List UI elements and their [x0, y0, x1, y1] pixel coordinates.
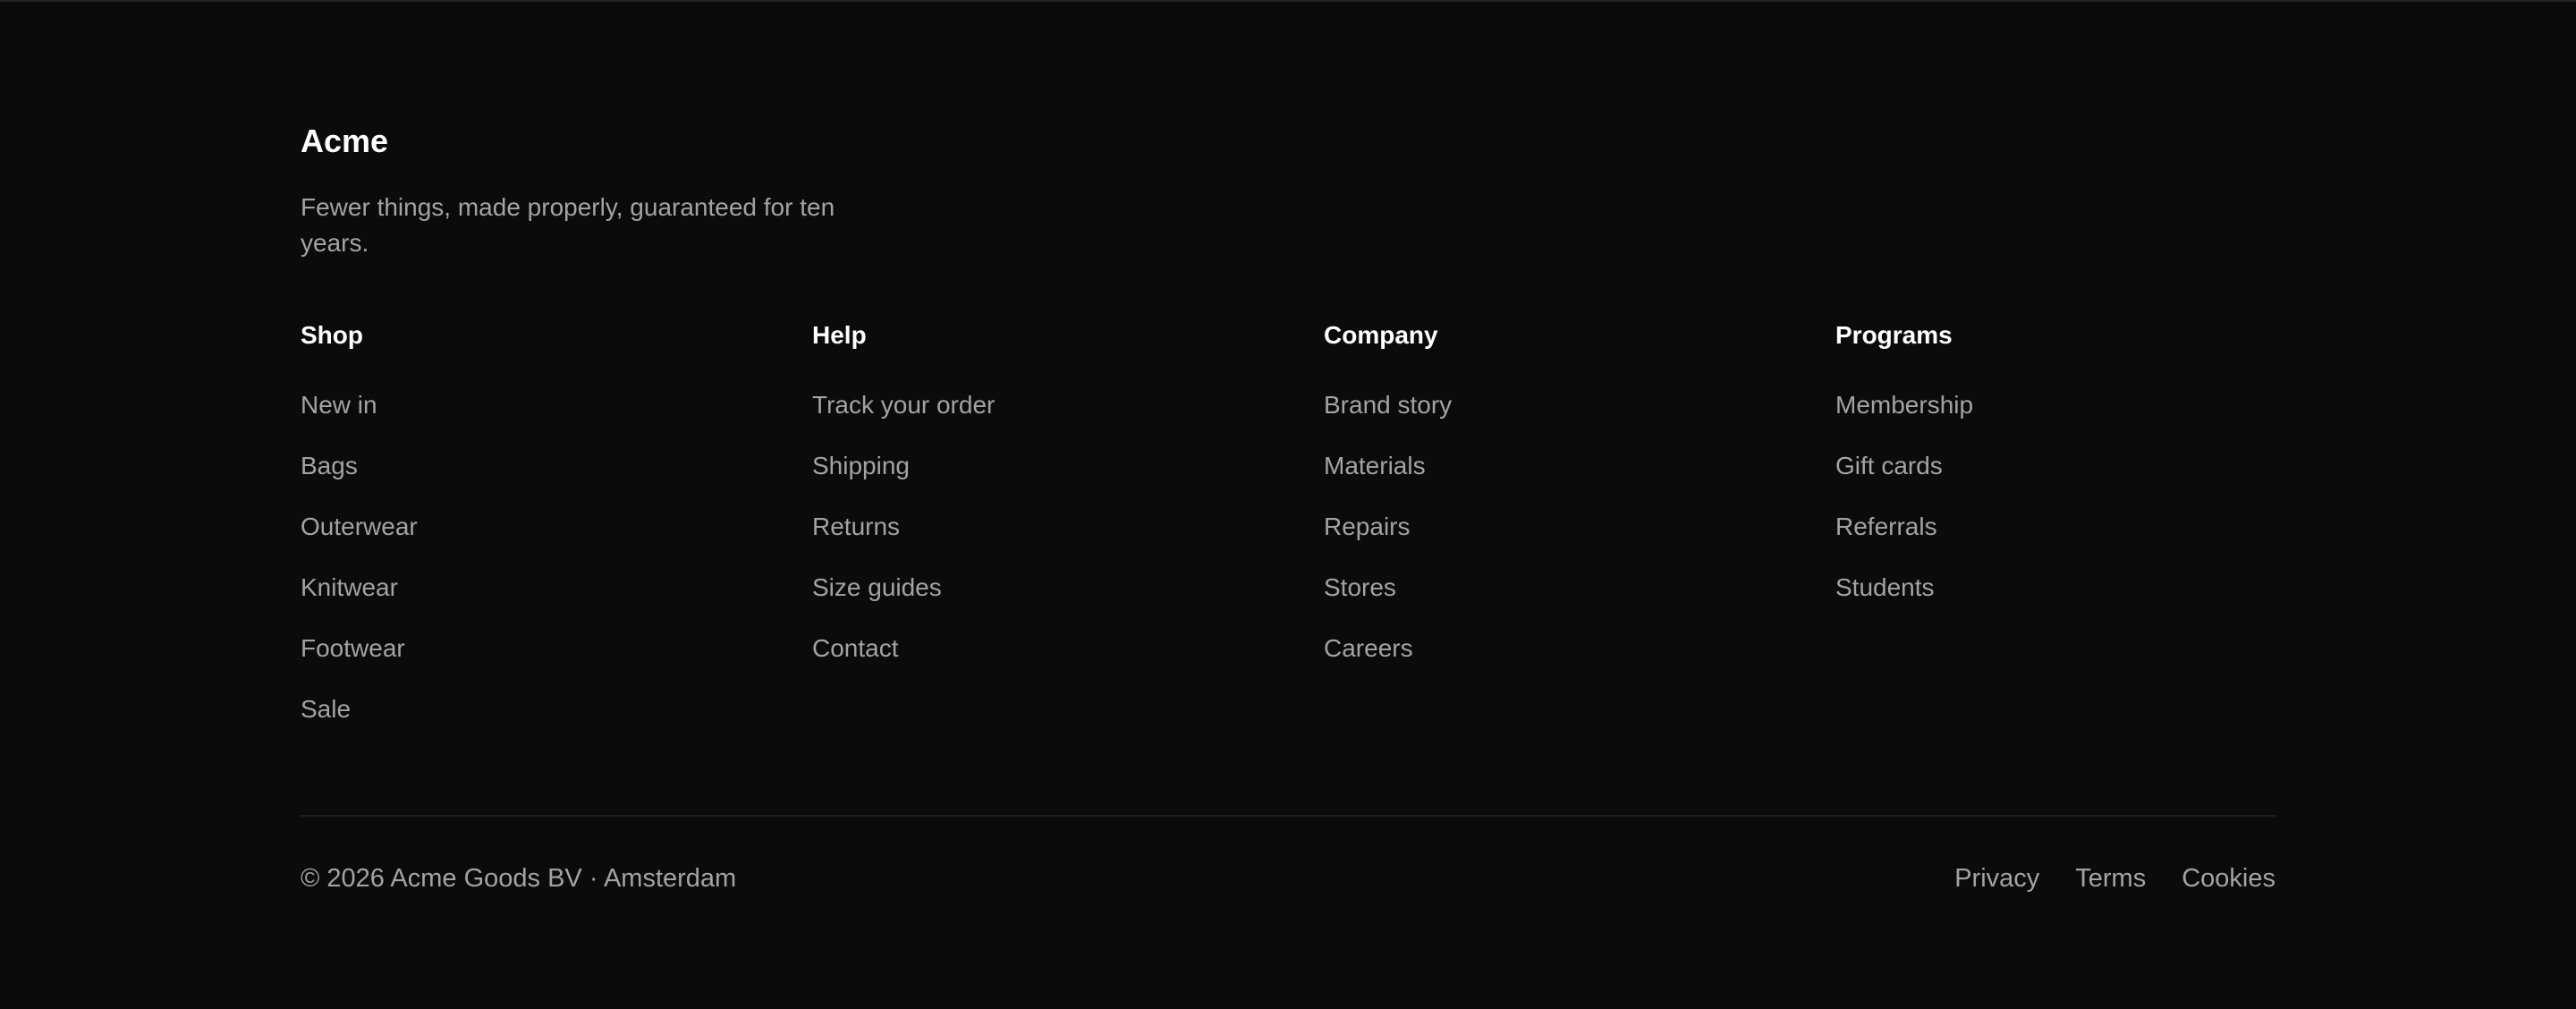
footer-link-knitwear[interactable]: Knitwear [301, 573, 398, 601]
footer-link-shipping[interactable]: Shipping [812, 452, 910, 479]
footer-link-size-guides[interactable]: Size guides [812, 573, 942, 601]
footer-link-materials[interactable]: Materials [1324, 452, 1426, 479]
footer-divider [301, 815, 2275, 817]
footer-link-careers[interactable]: Careers [1324, 634, 1413, 662]
footer-link-brand-story[interactable]: Brand story [1324, 391, 1452, 419]
brand-name: Acme [301, 123, 389, 159]
footer-link-sale[interactable]: Sale [301, 695, 351, 723]
footer-link-referrals[interactable]: Referrals [1835, 513, 1937, 540]
column-heading-shop: Shop [301, 321, 363, 349]
column-heading-help: Help [812, 321, 867, 349]
legal-link-cookies[interactable]: Cookies [2182, 862, 2275, 895]
column-heading-company: Company [1324, 321, 1438, 349]
footer-link-footwear[interactable]: Footwear [301, 634, 405, 662]
footer-link-returns[interactable]: Returns [812, 513, 900, 540]
legal-link-privacy[interactable]: Privacy [1954, 862, 2039, 895]
footer-link-membership[interactable]: Membership [1835, 391, 1973, 419]
footer-link-students[interactable]: Students [1835, 573, 1935, 601]
footer-link-track-order[interactable]: Track your order [812, 391, 995, 419]
footer-link-bags[interactable]: Bags [301, 452, 358, 479]
footer-column-help: Help Track your order Shipping Returns S… [812, 320, 1313, 662]
copyright-text: © 2026 Acme Goods BV · Amsterdam [301, 864, 737, 893]
column-heading-programs: Programs [1835, 321, 1953, 349]
legal-links: Privacy Terms Cookies [1954, 862, 2275, 895]
brand-tagline: Fewer things, made properly, guaranteed … [301, 193, 835, 257]
footer-link-stores[interactable]: Stores [1324, 573, 1396, 601]
footer-link-outerwear[interactable]: Outerwear [301, 513, 418, 540]
footer-link-contact[interactable]: Contact [812, 634, 899, 662]
footer-column-programs: Programs Membership Gift cards Referrals… [1835, 320, 2336, 601]
footer-link-repairs[interactable]: Repairs [1324, 513, 1410, 540]
footer-column-shop: Shop New in Bags Outerwear Knitwear Foot… [301, 320, 801, 723]
footer-link-new-in[interactable]: New in [301, 391, 377, 419]
legal-link-terms[interactable]: Terms [2075, 862, 2146, 895]
footer-link-gift-cards[interactable]: Gift cards [1835, 452, 1943, 479]
site-footer: Acme Fewer things, made properly, guaran… [0, 0, 2576, 1009]
footer-column-company: Company Brand story Materials Repairs St… [1324, 320, 1825, 662]
